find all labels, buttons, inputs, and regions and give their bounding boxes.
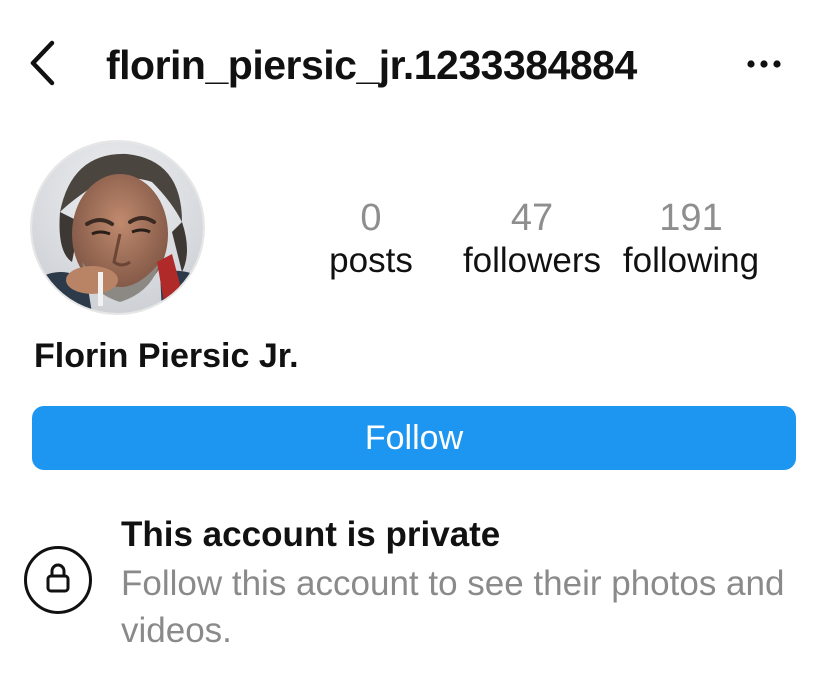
posts-label: posts xyxy=(329,241,413,280)
followers-count: 47 xyxy=(510,197,554,239)
display-name: Florin Piersic Jr. xyxy=(34,337,299,375)
private-account-description: Follow this account to see their photos … xyxy=(121,564,785,650)
stat-followers[interactable]: 47 followers xyxy=(452,196,612,282)
posts-count: 0 xyxy=(360,197,382,239)
following-count: 191 xyxy=(659,197,723,239)
chevron-left-icon xyxy=(27,39,57,92)
private-account-title: This account is private xyxy=(121,515,501,554)
profile-photo xyxy=(32,142,203,313)
more-options-button[interactable] xyxy=(742,50,786,80)
stat-posts: 0 posts xyxy=(312,196,430,282)
back-button[interactable] xyxy=(22,38,62,92)
lock-badge xyxy=(24,546,92,614)
lock-icon xyxy=(45,562,71,599)
followers-label: followers xyxy=(462,241,602,280)
following-label: following xyxy=(622,241,760,280)
stat-following[interactable]: 191 following xyxy=(614,196,768,282)
more-horizontal-icon xyxy=(746,56,782,74)
avatar[interactable] xyxy=(32,142,203,313)
follow-button[interactable]: Follow xyxy=(32,406,796,470)
profile-username: florin_piersic_jr.1233384884 xyxy=(106,42,637,88)
